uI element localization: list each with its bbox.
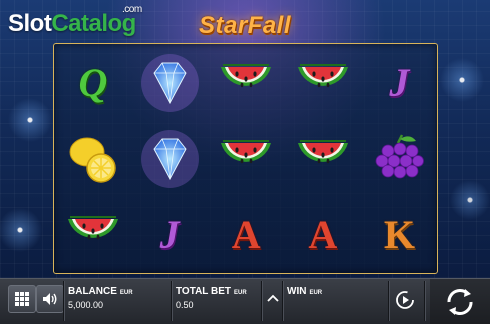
sound-button[interactable] [36, 285, 64, 313]
divider [282, 281, 284, 321]
letter-symbol: A [231, 212, 261, 257]
watermark-com-text: .com [122, 4, 142, 15]
spin-button[interactable] [430, 279, 490, 324]
divider [63, 281, 65, 321]
total-bet-value: 0.50 [176, 300, 194, 310]
letter-symbol: A [308, 212, 338, 257]
divider [424, 281, 426, 321]
autoplay-icon [396, 291, 414, 309]
watermelon-icon [297, 140, 348, 164]
letter-symbol: K [383, 212, 415, 257]
menu-button[interactable] [8, 285, 36, 313]
grid-menu-icon [15, 292, 29, 306]
letter-symbol: Q [78, 60, 108, 105]
diamond-icon [140, 130, 199, 188]
reel-symbol-letter: A [288, 200, 358, 270]
reel-symbol-watermelon [211, 48, 281, 118]
letter-symbol: J [159, 212, 180, 257]
total-bet-label: TOTAL BET EUR [176, 286, 247, 297]
reel-symbol-diamond [135, 124, 205, 194]
spin-arrows-icon [447, 288, 473, 315]
chevron-up-icon [267, 294, 279, 302]
reel-symbol-letter: K [364, 200, 434, 270]
bottom-control-bar: BALANCE EUR 5,000.00 TOTAL BET EUR 0.50 WI… [0, 278, 490, 324]
speaker-icon [43, 293, 57, 305]
reel-symbol-lemon [58, 124, 128, 194]
reel-symbol-letter: Q [58, 48, 128, 118]
watermark-slot-text: Slot [8, 10, 52, 37]
balance-value: 5,000.00 [68, 300, 104, 310]
game-title-logo: StarFall [198, 12, 292, 39]
reel-symbol-watermelon [288, 48, 358, 118]
slotcatalog-watermark: SlotCatalog .com [8, 4, 142, 38]
reel-symbol-diamond [135, 48, 205, 118]
win-label: WIN EUR [287, 286, 323, 297]
reel-symbol-watermelon [288, 124, 358, 194]
lemon-icon [69, 137, 116, 183]
reel-symbol-letter: J [364, 48, 434, 118]
divider [261, 281, 263, 321]
bet-adjust-button[interactable] [264, 285, 282, 311]
letter-symbol: J [389, 60, 410, 105]
reel-symbol-watermelon [58, 200, 128, 270]
divider [388, 281, 390, 321]
grapes-icon [375, 134, 425, 179]
diamond-icon [140, 54, 199, 112]
divider [171, 281, 173, 321]
reel-grid: Q J A A J K [53, 43, 438, 274]
reel-symbol-watermelon [211, 124, 281, 194]
watermelon-icon [68, 216, 118, 240]
reel-symbol-letter: J [135, 200, 205, 270]
reel-symbol-grapes [364, 124, 434, 194]
watermelon-icon [297, 64, 348, 88]
watermelon-icon [221, 64, 272, 88]
watermelon-icon [221, 140, 272, 164]
autoplay-button[interactable] [392, 287, 418, 313]
balance-label: BALANCE EUR [68, 286, 133, 297]
reel-symbol-letter: A [211, 200, 281, 270]
